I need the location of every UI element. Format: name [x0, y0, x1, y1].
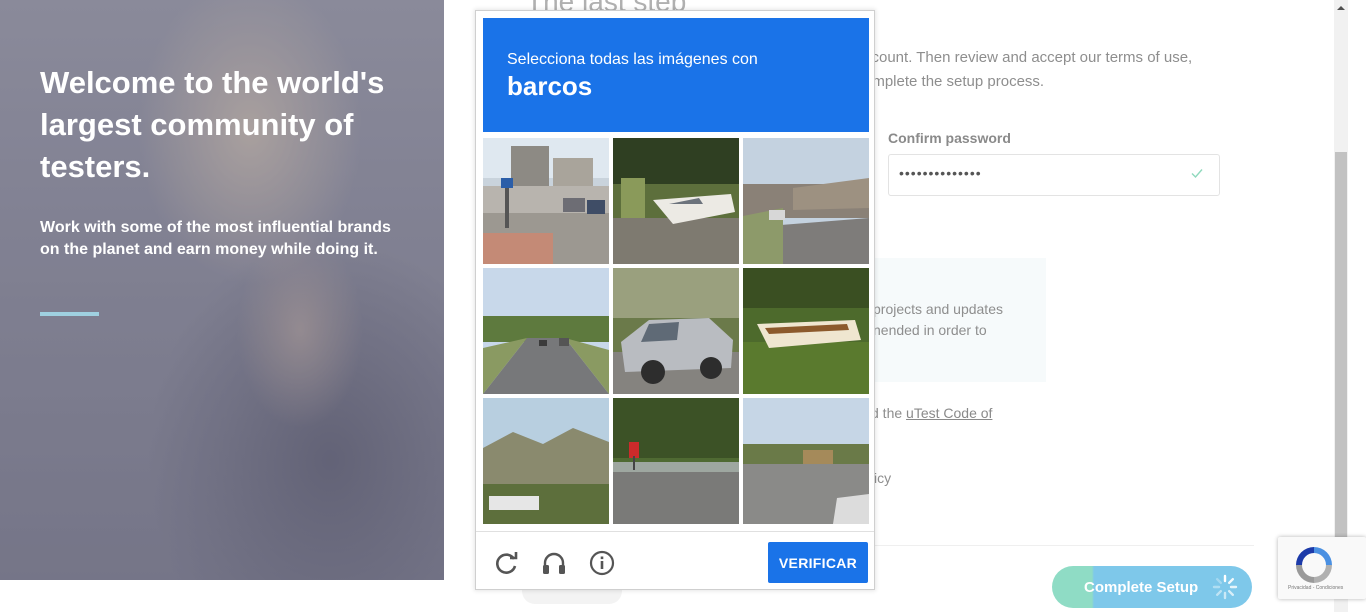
- captcha-tile-8[interactable]: [613, 398, 739, 524]
- optin-text: projects and updates nended in order to: [873, 301, 1003, 338]
- captcha-header: Selecciona todas las imágenes con barcos: [483, 18, 869, 132]
- intro-text: ccount. Then review and accept our terms…: [864, 49, 1193, 90]
- captcha-tile-5[interactable]: [613, 268, 739, 394]
- complete-setup-button[interactable]: Complete Setup: [1052, 566, 1252, 608]
- code-of-conduct-link[interactable]: uTest Code of: [906, 405, 992, 421]
- reload-icon[interactable]: [492, 549, 520, 577]
- scroll-up-icon[interactable]: [1334, 0, 1348, 16]
- hero-divider: [40, 312, 99, 316]
- code-of-conduct-line: d the uTest Code of: [871, 405, 992, 421]
- captcha-instruction: Selecciona todas las imágenes con: [507, 51, 758, 68]
- captcha-tile-3[interactable]: [743, 138, 869, 264]
- captcha-tile-7[interactable]: [483, 398, 609, 524]
- captcha-tile-9[interactable]: [743, 398, 869, 524]
- captcha-tile-2[interactable]: [613, 138, 739, 264]
- scroll-thumb[interactable]: [1335, 152, 1347, 542]
- hero-subtitle: Work with some of the most influential b…: [40, 219, 391, 258]
- confirm-password-label: Confirm password: [888, 130, 1011, 146]
- hero-title: Welcome to the world's largest community…: [40, 65, 385, 184]
- captcha-target: barcos: [507, 71, 593, 101]
- captcha-dialog: Selecciona todas las imágenes con barcos: [475, 10, 875, 590]
- audio-icon[interactable]: [540, 549, 568, 577]
- captcha-tile-6[interactable]: [743, 268, 869, 394]
- complete-setup-label: Complete Setup: [1084, 579, 1199, 596]
- check-icon: [1191, 169, 1203, 179]
- code-prefix: d the: [871, 405, 903, 421]
- captcha-tile-4[interactable]: [483, 268, 609, 394]
- captcha-tile-1[interactable]: [483, 138, 609, 264]
- captcha-footer-divider: [476, 531, 874, 532]
- hero-panel: Welcome to the world's largest community…: [0, 0, 444, 580]
- spinner-icon: [1212, 574, 1238, 600]
- info-icon[interactable]: [588, 549, 616, 577]
- policy-text: icy: [874, 470, 892, 486]
- recaptcha-badge[interactable]: Privacidad - Condiciones: [1278, 537, 1366, 599]
- recaptcha-logo-icon: [1296, 547, 1332, 583]
- confirm-password-field[interactable]: ••••••••••••••: [888, 154, 1220, 196]
- verify-button[interactable]: VERIFICAR: [768, 542, 868, 583]
- recaptcha-terms[interactable]: Privacidad - Condiciones: [1288, 585, 1343, 591]
- form-divider: [874, 545, 1254, 546]
- confirm-password-value: ••••••••••••••: [899, 165, 982, 181]
